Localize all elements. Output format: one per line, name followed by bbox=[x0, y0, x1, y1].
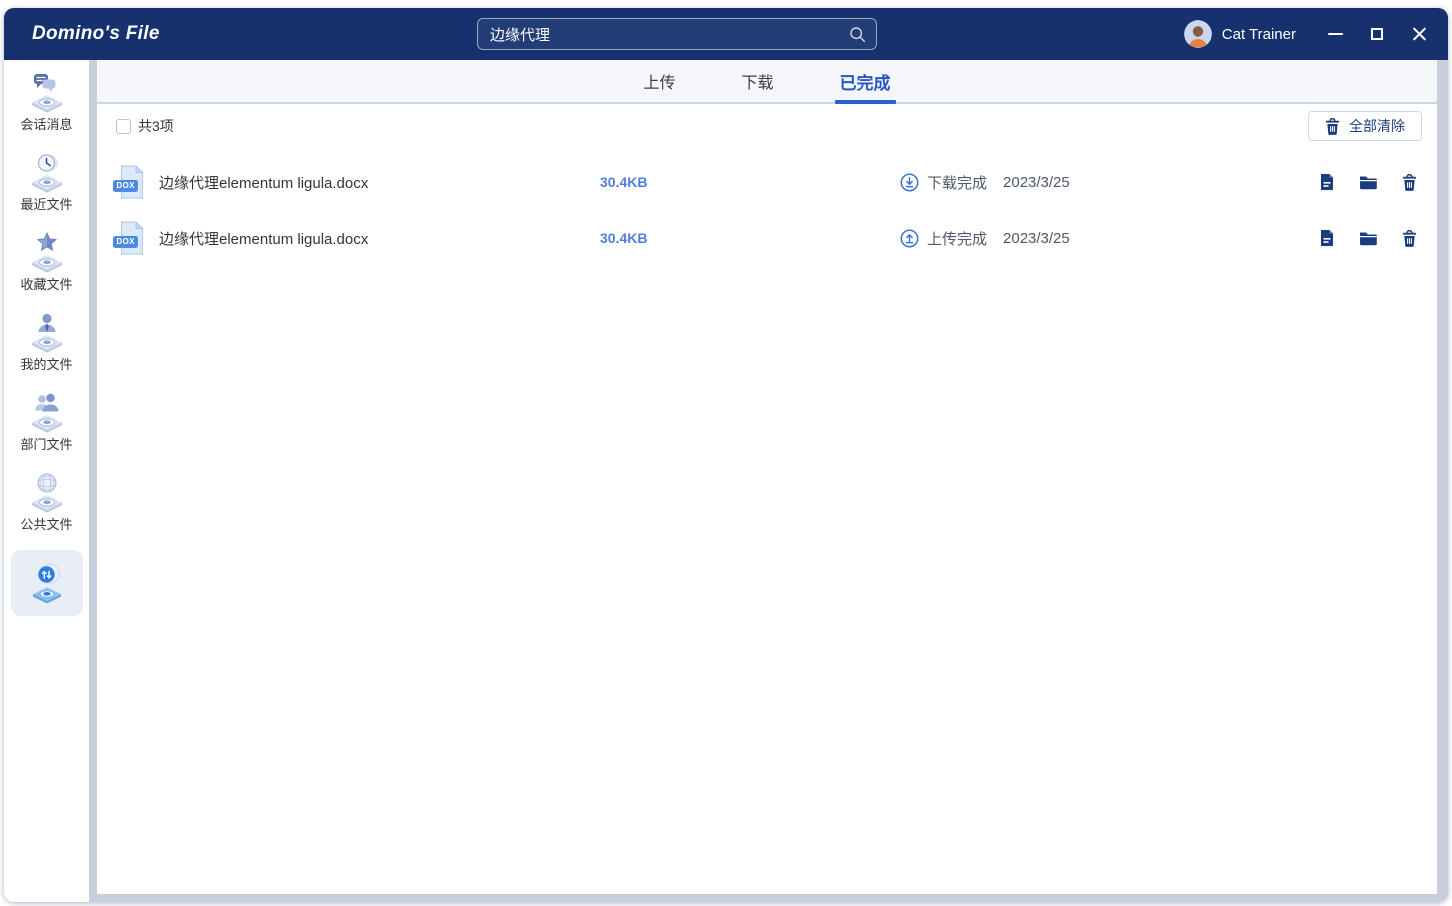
row-actions bbox=[1317, 172, 1419, 192]
file-document-icon bbox=[1319, 173, 1335, 191]
trash-icon bbox=[1402, 230, 1417, 247]
file-name: 边缘代理elementum ligula.docx bbox=[159, 228, 600, 249]
close-icon bbox=[1412, 27, 1427, 42]
avatar[interactable] bbox=[1184, 20, 1212, 48]
row-actions bbox=[1317, 228, 1419, 248]
sidebar-item-recent-files[interactable]: 最近文件 bbox=[4, 150, 89, 230]
my-files-icon bbox=[25, 310, 69, 354]
tab-upload[interactable]: 上传 bbox=[641, 60, 677, 102]
favorite-files-icon bbox=[25, 230, 69, 274]
sidebar-item-chat-messages[interactable]: 会话消息 bbox=[4, 70, 89, 150]
status-text: 上传完成 bbox=[927, 228, 987, 249]
search-input[interactable] bbox=[490, 26, 849, 43]
tab-completed[interactable]: 已完成 bbox=[838, 60, 893, 102]
tab-bar: 上传 下载 已完成 bbox=[97, 60, 1437, 104]
status-date: 2023/3/25 bbox=[1003, 174, 1070, 191]
search-icon bbox=[849, 26, 866, 43]
app-window: Domino's File Cat Tra bbox=[4, 8, 1448, 902]
open-file-button[interactable] bbox=[1317, 228, 1337, 248]
sidebar-item-label: 我的文件 bbox=[20, 354, 72, 373]
recent-files-icon bbox=[25, 150, 69, 194]
upload-complete-icon bbox=[900, 229, 919, 248]
minimize-button[interactable] bbox=[1322, 21, 1348, 47]
status-text: 下载完成 bbox=[927, 172, 987, 193]
trash-icon bbox=[1402, 174, 1417, 191]
sidebar-item-label: 部门文件 bbox=[20, 434, 72, 453]
status-group: 下载完成 2023/3/25 bbox=[900, 172, 1070, 193]
user-name[interactable]: Cat Trainer bbox=[1222, 26, 1296, 43]
titlebar: Domino's File Cat Tra bbox=[4, 8, 1448, 60]
maximize-button[interactable] bbox=[1364, 21, 1390, 47]
sidebar: 会话消息 最近文件 bbox=[4, 60, 89, 902]
sidebar-item-public-files[interactable]: 公共文件 bbox=[4, 470, 89, 550]
delete-record-button[interactable] bbox=[1399, 172, 1419, 192]
clear-all-button[interactable]: 全部清除 bbox=[1308, 111, 1422, 141]
sidebar-item-label: 收藏文件 bbox=[20, 274, 72, 293]
search-box[interactable] bbox=[477, 18, 877, 50]
user-area: Cat Trainer bbox=[1184, 8, 1432, 60]
file-document-icon bbox=[1319, 229, 1335, 247]
folder-icon bbox=[1359, 175, 1377, 190]
sidebar-item-label: 公共文件 bbox=[20, 514, 72, 533]
close-button[interactable] bbox=[1406, 21, 1432, 47]
sidebar-item-label: 最近文件 bbox=[20, 194, 72, 213]
open-file-button[interactable] bbox=[1317, 172, 1337, 192]
sidebar-item-department-files[interactable]: 部门文件 bbox=[4, 390, 89, 470]
file-list: DOX 边缘代理elementum ligula.docx 30.4KB 下载完… bbox=[97, 154, 1437, 266]
status-date: 2023/3/25 bbox=[1003, 230, 1070, 247]
sidebar-item-label: 会话消息 bbox=[20, 114, 72, 133]
list-toolbar: 共3项 全部清除 bbox=[97, 111, 1437, 141]
tab-download[interactable]: 下载 bbox=[740, 60, 776, 102]
maximize-icon bbox=[1371, 28, 1383, 40]
items-count-label: 共3项 bbox=[138, 116, 174, 136]
file-size: 30.4KB bbox=[600, 230, 750, 246]
app-title: Domino's File bbox=[32, 23, 160, 45]
open-folder-button[interactable] bbox=[1358, 228, 1378, 248]
file-size: 30.4KB bbox=[600, 174, 750, 190]
open-folder-button[interactable] bbox=[1358, 172, 1378, 192]
folder-icon bbox=[1359, 231, 1377, 246]
transfer-list-icon bbox=[25, 561, 69, 605]
sidebar-item-transfer-list[interactable] bbox=[11, 550, 83, 616]
delete-record-button[interactable] bbox=[1399, 228, 1419, 248]
file-name: 边缘代理elementum ligula.docx bbox=[159, 172, 600, 193]
minimize-icon bbox=[1328, 33, 1343, 35]
file-row: DOX 边缘代理elementum ligula.docx 30.4KB 下载完… bbox=[97, 154, 1437, 210]
docx-file-icon: DOX bbox=[117, 221, 147, 255]
select-all-checkbox[interactable] bbox=[116, 119, 131, 134]
department-files-icon bbox=[25, 390, 69, 434]
file-row: DOX 边缘代理elementum ligula.docx 30.4KB 上传完… bbox=[97, 210, 1437, 266]
transfer-panel: 上传 下载 已完成 共3项 全部清除 bbox=[97, 60, 1437, 894]
file-type-badge: DOX bbox=[113, 180, 138, 192]
docx-file-icon: DOX bbox=[117, 165, 147, 199]
trash-icon bbox=[1325, 118, 1340, 135]
file-type-badge: DOX bbox=[113, 236, 138, 248]
chat-messages-icon bbox=[25, 70, 69, 114]
public-files-icon bbox=[25, 470, 69, 514]
status-group: 上传完成 2023/3/25 bbox=[900, 228, 1070, 249]
sidebar-item-favorite-files[interactable]: 收藏文件 bbox=[4, 230, 89, 310]
clear-all-label: 全部清除 bbox=[1349, 116, 1405, 136]
download-complete-icon bbox=[900, 173, 919, 192]
sidebar-item-my-files[interactable]: 我的文件 bbox=[4, 310, 89, 390]
